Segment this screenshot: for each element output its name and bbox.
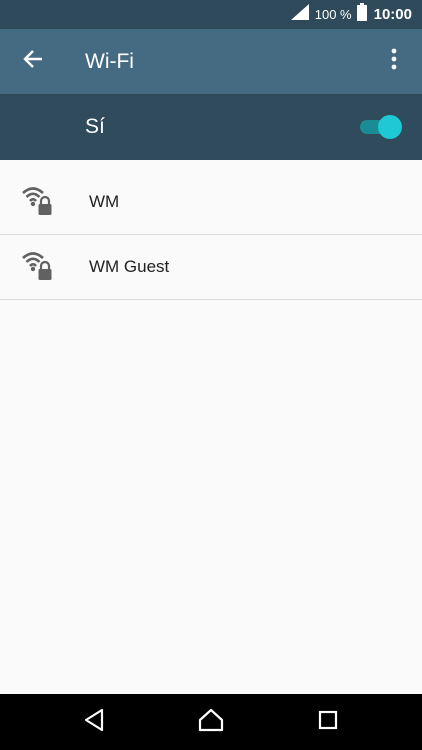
status-indicators: 100 % 10:00 [290, 0, 412, 29]
status-bar: 100 % 10:00 [0, 0, 422, 29]
back-triangle-icon [83, 708, 105, 737]
nav-recents-button[interactable] [312, 706, 344, 738]
network-name: WM [89, 192, 120, 211]
more-options-button[interactable] [374, 38, 414, 84]
wifi-toggle-switch[interactable] [360, 115, 402, 139]
wifi-toggle-bar: Sí [0, 94, 422, 160]
nav-home-button[interactable] [195, 706, 227, 738]
network-name: WM Guest [89, 257, 170, 276]
network-item-wm[interactable]: WM [0, 170, 422, 235]
network-item-wm-guest[interactable]: WM Guest [0, 235, 422, 300]
back-arrow-icon [22, 48, 44, 75]
wifi-toggle-label: Sí [85, 115, 105, 138]
recents-icon [318, 710, 338, 735]
wifi-locked-icon [22, 185, 54, 219]
page-title: Wi-Fi [85, 50, 134, 73]
switch-thumb [378, 115, 402, 139]
nav-back-button[interactable] [78, 706, 110, 738]
battery-percent: 100 % [314, 7, 352, 22]
home-icon [198, 708, 224, 737]
back-button[interactable] [10, 38, 56, 84]
battery-icon [356, 3, 367, 26]
signal-icon [290, 4, 309, 25]
app-bar: Wi-Fi [0, 29, 422, 94]
network-list: WM WM Guest [0, 170, 422, 300]
more-vert-icon [391, 48, 397, 75]
clock: 10:00 [373, 6, 412, 23]
wifi-locked-icon [22, 250, 54, 284]
system-nav-bar [0, 694, 422, 750]
